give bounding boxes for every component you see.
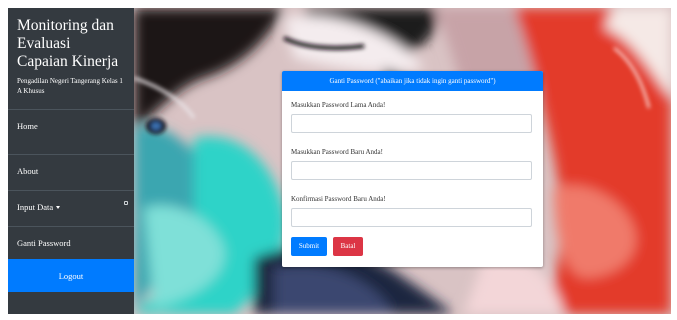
new-password-input[interactable] [291, 161, 532, 180]
new-password-label: Masukkan Password Baru Anda! [291, 148, 383, 156]
card-header: Ganti Password ("abaikan jika tidak ingi… [282, 71, 543, 91]
form-actions: Submit Batal [291, 235, 534, 256]
sidebar-item-label: Home [17, 121, 38, 131]
sidebar-item-home[interactable]: Home [8, 109, 134, 142]
sidebar-item-label: About [17, 166, 39, 176]
old-password-label: Masukkan Password Lama Anda! [291, 101, 386, 109]
app-subtitle: Pengadilan Negeri Tangerang Kelas 1 A Kh… [17, 77, 123, 95]
sidebar-item-input-data[interactable]: Input Data [8, 190, 134, 223]
old-password-input[interactable] [291, 114, 532, 133]
sidebar-item-about[interactable]: About [8, 154, 134, 187]
caret-down-icon [56, 205, 61, 209]
app-title: Monitoring dan Evaluasi Capaian Kinerja [17, 17, 119, 70]
logout-label: Logout [58, 270, 84, 281]
sidebar-item-ganti-password[interactable]: Ganti Password [8, 226, 134, 259]
submit-button[interactable]: Submit [291, 236, 327, 256]
confirm-password-label: Konfirmasi Password Baru Anda! [291, 195, 386, 203]
sidebar: Monitoring dan Evaluasi Capaian Kinerja … [8, 8, 134, 314]
sidebar-item-label: Input Data [17, 202, 54, 212]
card-title: Ganti Password ("abaikan jika tidak ingi… [329, 77, 496, 85]
app-frame: Monitoring dan Evaluasi Capaian Kinerja … [8, 8, 671, 314]
toggle-indicator-icon [124, 201, 128, 205]
sidebar-item-label: Ganti Password [17, 238, 71, 248]
card-body: Masukkan Password Lama Anda! Masukkan Pa… [282, 91, 543, 256]
sidebar-brand: Monitoring dan Evaluasi Capaian Kinerja … [8, 8, 134, 100]
logout-button[interactable]: Logout [8, 259, 134, 292]
change-password-card: Ganti Password ("abaikan jika tidak ingi… [282, 71, 543, 267]
confirm-password-input[interactable] [291, 208, 532, 227]
cancel-button[interactable]: Batal [333, 236, 363, 256]
